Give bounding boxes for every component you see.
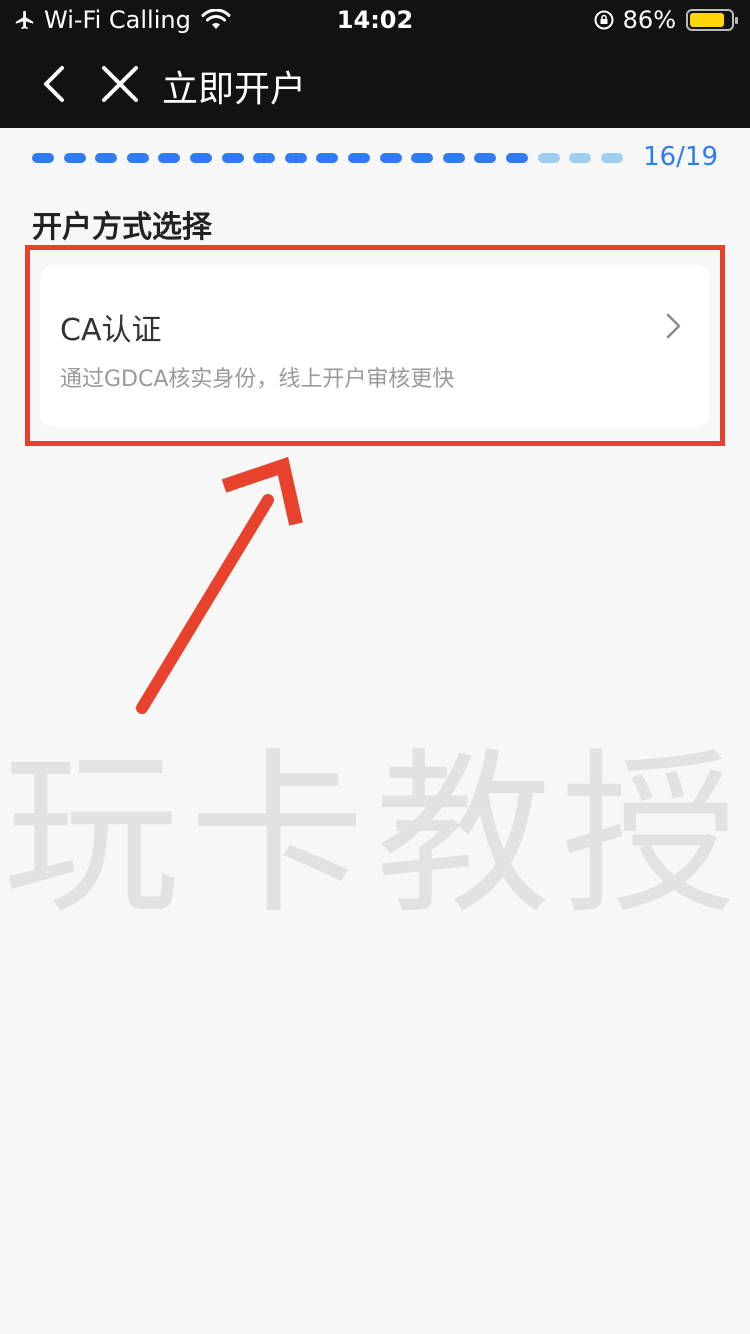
orientation-lock-icon bbox=[594, 10, 614, 30]
progress-bar bbox=[32, 150, 632, 166]
progress-step-done bbox=[253, 153, 276, 163]
battery-fill bbox=[690, 13, 725, 27]
progress-step-done bbox=[411, 153, 434, 163]
back-icon[interactable] bbox=[36, 62, 76, 106]
highlight-box bbox=[25, 245, 725, 446]
progress-step-done bbox=[284, 153, 307, 163]
section-title: 开户方式选择 bbox=[32, 210, 212, 245]
progress-step-done bbox=[379, 153, 402, 163]
step-counter: 16/19 bbox=[643, 142, 718, 172]
progress-step-done bbox=[316, 153, 339, 163]
progress-step-done bbox=[32, 153, 54, 163]
progress-step-done bbox=[474, 153, 497, 163]
progress-step-done bbox=[95, 153, 118, 163]
progress-step-done bbox=[158, 153, 181, 163]
status-bar: Wi-Fi Calling 14:02 86% bbox=[0, 0, 750, 42]
progress-step-pending bbox=[569, 153, 592, 163]
progress-step-done bbox=[190, 153, 212, 163]
battery-icon bbox=[686, 9, 738, 31]
progress-step-done bbox=[442, 153, 465, 163]
page-title: 立即开户 bbox=[162, 69, 307, 110]
battery-percent: 86% bbox=[622, 6, 676, 34]
progress-step-done bbox=[348, 153, 370, 163]
progress-step-done bbox=[63, 153, 86, 163]
progress-step-done bbox=[126, 153, 149, 163]
nav-bar: 立即开户 bbox=[0, 42, 750, 128]
progress-step-done bbox=[506, 153, 528, 163]
watermark-text: 玩卡教授 bbox=[2, 733, 747, 938]
top-bar: Wi-Fi Calling 14:02 86% 立即开户 bbox=[0, 0, 750, 128]
progress-step-pending bbox=[600, 153, 623, 163]
progress-step-pending bbox=[537, 153, 560, 163]
progress-step-done bbox=[221, 153, 244, 163]
status-right: 86% bbox=[593, 6, 738, 34]
close-icon[interactable] bbox=[100, 62, 140, 106]
